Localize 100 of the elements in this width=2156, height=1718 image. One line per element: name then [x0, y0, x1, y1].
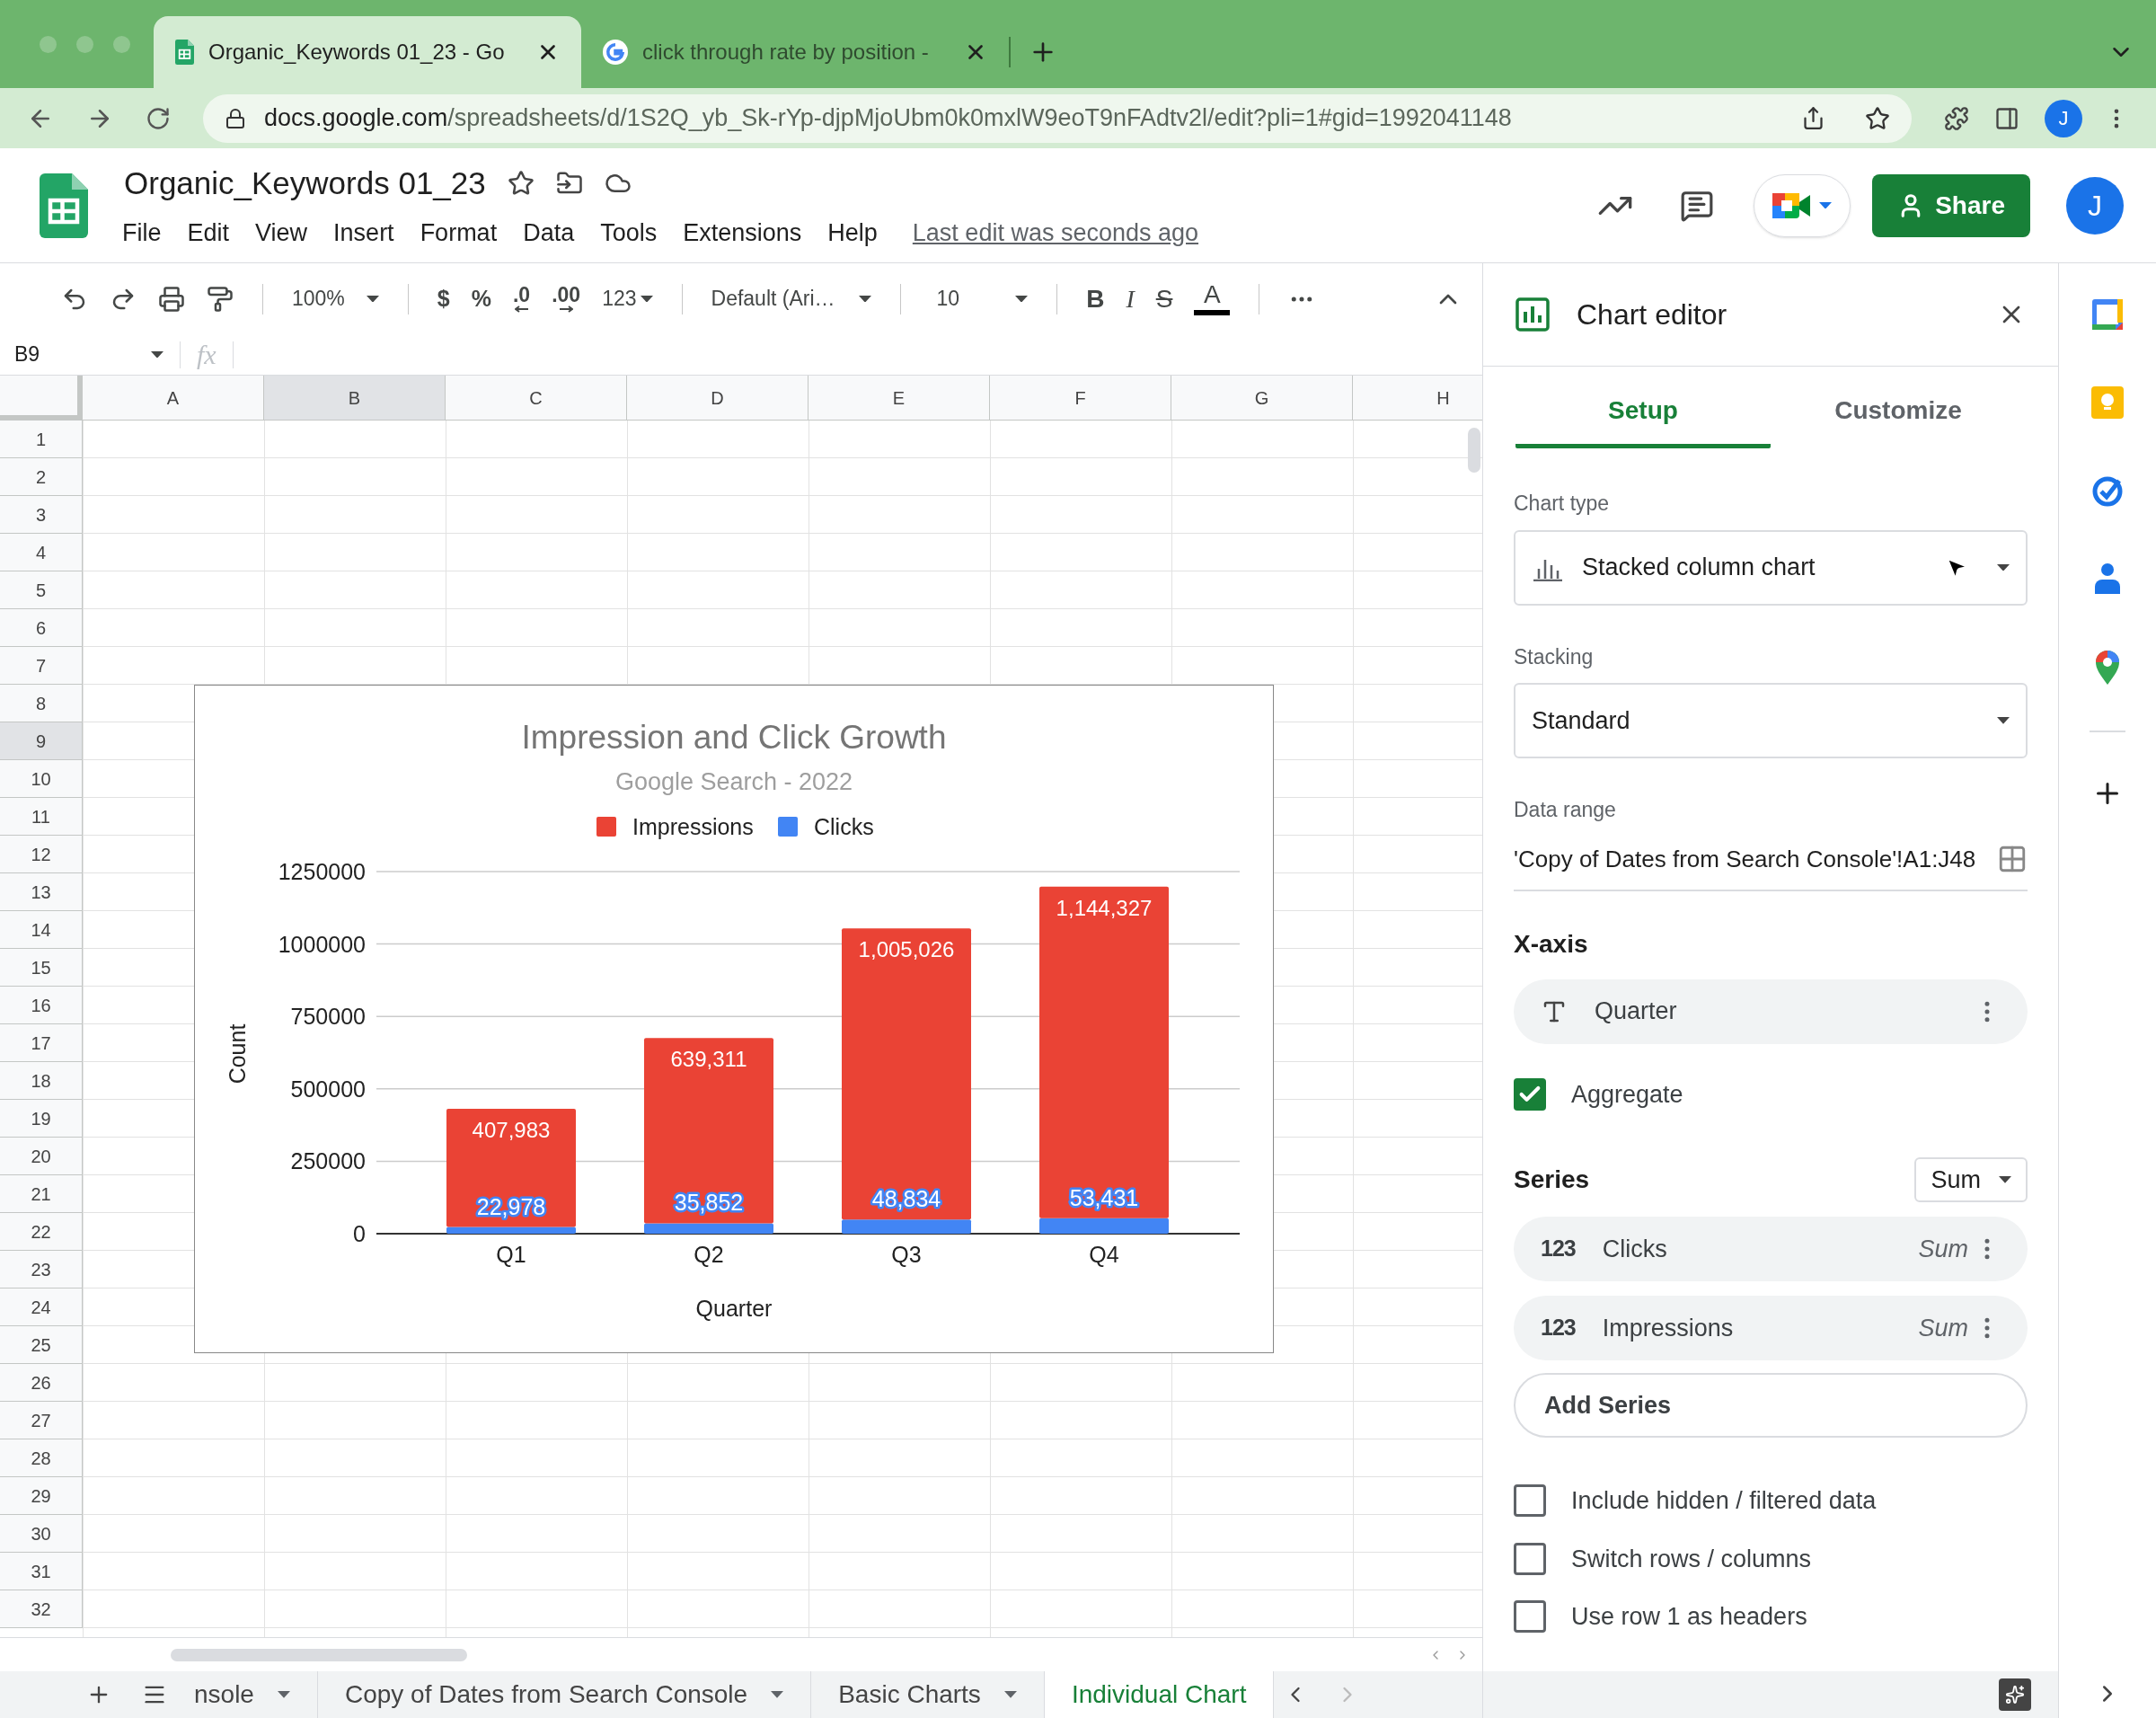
data-range-field[interactable]: 'Copy of Dates from Search Console'!A1:J48: [1514, 841, 1997, 877]
column-header[interactable]: G: [1171, 376, 1353, 421]
menu-item[interactable]: View: [255, 214, 308, 251]
paint-format-icon[interactable]: [207, 285, 234, 313]
menu-item[interactable]: Data: [523, 214, 575, 251]
column-header[interactable]: H: [1353, 376, 1482, 421]
row-header[interactable]: 11: [0, 798, 83, 836]
row-header[interactable]: 8: [0, 685, 83, 722]
row-header[interactable]: 24: [0, 1288, 83, 1326]
zoom-select[interactable]: 100%: [292, 283, 379, 314]
sheet-tab[interactable]: Copy of Dates from Search Console: [317, 1671, 812, 1718]
font-select[interactable]: Default (Ari…: [711, 283, 871, 314]
sheet-tab[interactable]: Basic Charts: [811, 1671, 1045, 1718]
menu-item[interactable]: Tools: [600, 214, 658, 251]
name-box[interactable]: B9: [0, 334, 180, 375]
editor-tab[interactable]: Setup: [1515, 392, 1771, 448]
menu-item[interactable]: Edit: [187, 214, 230, 251]
row-header[interactable]: 26: [0, 1364, 83, 1402]
share-page-icon[interactable]: [1801, 106, 1825, 130]
column-header[interactable]: B: [264, 376, 446, 421]
bold-button[interactable]: B: [1086, 279, 1105, 318]
column-header[interactable]: E: [808, 376, 990, 421]
browser-tab[interactable]: Organic_Keywords 01_23 - Go: [154, 16, 581, 88]
menu-item[interactable]: Insert: [333, 214, 394, 251]
row-header[interactable]: 25: [0, 1326, 83, 1364]
row-header[interactable]: 27: [0, 1402, 83, 1439]
share-button[interactable]: Share: [1872, 173, 2030, 237]
row-header[interactable]: 7: [0, 647, 83, 685]
profile-avatar[interactable]: J: [2045, 99, 2082, 137]
star-icon[interactable]: [507, 170, 535, 198]
row-header[interactable]: 30: [0, 1515, 83, 1553]
increase-decimal-button[interactable]: .00: [552, 285, 581, 313]
horizontal-scrollbar-thumb[interactable]: [171, 1648, 467, 1661]
text-color-button[interactable]: A: [1194, 282, 1231, 315]
row-header[interactable]: 5: [0, 571, 83, 609]
row-header[interactable]: 22: [0, 1213, 83, 1251]
person-icon[interactable]: [2092, 562, 2123, 596]
row-header[interactable]: 13: [0, 873, 83, 911]
stacking-select[interactable]: Standard: [1514, 683, 2028, 758]
decrease-decimal-button[interactable]: .0: [512, 285, 531, 313]
series-chip[interactable]: 123 Impressions Sum: [1514, 1296, 2028, 1360]
row-header[interactable]: 20: [0, 1138, 83, 1175]
x-axis-chip[interactable]: Quarter: [1514, 979, 2028, 1044]
column-header[interactable]: C: [446, 376, 627, 421]
italic-button[interactable]: I: [1126, 279, 1135, 318]
explore-button[interactable]: [1999, 1678, 2031, 1711]
column-header[interactable]: F: [990, 376, 1171, 421]
row-header[interactable]: 12: [0, 836, 83, 873]
row-header[interactable]: 14: [0, 911, 83, 949]
reload-icon[interactable]: [146, 105, 171, 131]
chart-card[interactable]: Impression and Click Growth Google Search - 2022 Impressions Clicks 0 250000 500000 750000 1000000 1250000 22,978 407,983 Q1 35,852 639,311 Q2 48,834 1,005,026 Q3 53,431 1,144,327 Q4 Quarter Count: [194, 685, 1274, 1353]
extensions-icon[interactable]: [1944, 105, 1969, 131]
row-header[interactable]: 4: [0, 534, 83, 571]
row-header[interactable]: 6: [0, 609, 83, 647]
sheet-tab[interactable]: Individual Chart: [1044, 1671, 1275, 1718]
sheet-tab[interactable]: nsole: [167, 1671, 318, 1718]
row-header[interactable]: 2: [0, 458, 83, 496]
row-header[interactable]: 28: [0, 1439, 83, 1477]
row-header[interactable]: 32: [0, 1590, 83, 1628]
column-header[interactable]: D: [627, 376, 808, 421]
percent-format-button[interactable]: %: [471, 281, 491, 316]
row-header[interactable]: 21: [0, 1175, 83, 1213]
checkbox[interactable]: [1514, 1542, 1546, 1575]
row-header[interactable]: 9: [0, 722, 83, 760]
row-header[interactable]: 3: [0, 496, 83, 534]
row-header[interactable]: 31: [0, 1553, 83, 1590]
editor-tab[interactable]: Customize: [1771, 392, 2026, 448]
currency-format-button[interactable]: $: [437, 281, 450, 316]
document-title[interactable]: Organic_Keywords 01_23: [124, 160, 486, 208]
row-header[interactable]: 19: [0, 1100, 83, 1138]
menu-item[interactable]: File: [122, 214, 162, 251]
row-header[interactable]: 17: [0, 1024, 83, 1062]
column-header[interactable]: A: [83, 376, 264, 421]
strikethrough-button[interactable]: S: [1155, 279, 1173, 318]
checkbox[interactable]: [1514, 1077, 1546, 1111]
font-size-select[interactable]: 10: [929, 283, 1029, 314]
browser-tab[interactable]: click through rate by position -: [581, 16, 1009, 88]
chart-type-select[interactable]: Stacked column chart: [1514, 529, 2028, 606]
menu-item[interactable]: Help: [827, 214, 878, 251]
checkbox[interactable]: [1514, 1484, 1546, 1518]
add-series-button[interactable]: Add Series: [1514, 1373, 2028, 1438]
select-range-icon[interactable]: [1997, 844, 2028, 874]
row-header[interactable]: 23: [0, 1251, 83, 1288]
bookmark-star-icon[interactable]: [1865, 105, 1890, 131]
row-header[interactable]: 16: [0, 987, 83, 1024]
side-panel-icon[interactable]: [1994, 105, 2019, 131]
row-header[interactable]: 15: [0, 949, 83, 987]
menu-item[interactable]: Extensions: [683, 214, 802, 251]
vertical-scrollbar-thumb[interactable]: [1468, 428, 1480, 473]
row-header[interactable]: 29: [0, 1477, 83, 1515]
last-edit-link[interactable]: Last edit was seconds ago: [912, 214, 1199, 251]
calendar-icon[interactable]: [2090, 297, 2125, 332]
address-field[interactable]: docs.google.com/spreadsheets/d/1S2Q_yb_Sk-rYp-djpMjoUbm0k0mxlW9eoT9nFAdtv2l/edit?pli=1#gid=1992041148: [203, 93, 1912, 143]
aggregate-select[interactable]: Sum: [1914, 1157, 2028, 1202]
series-chip[interactable]: 123 Clicks Sum: [1514, 1217, 2028, 1281]
account-avatar[interactable]: J: [2066, 176, 2124, 235]
checkbox[interactable]: [1514, 1600, 1546, 1634]
print-icon[interactable]: [158, 285, 185, 313]
row-header[interactable]: 1: [0, 421, 83, 458]
row-header[interactable]: 10: [0, 760, 83, 798]
